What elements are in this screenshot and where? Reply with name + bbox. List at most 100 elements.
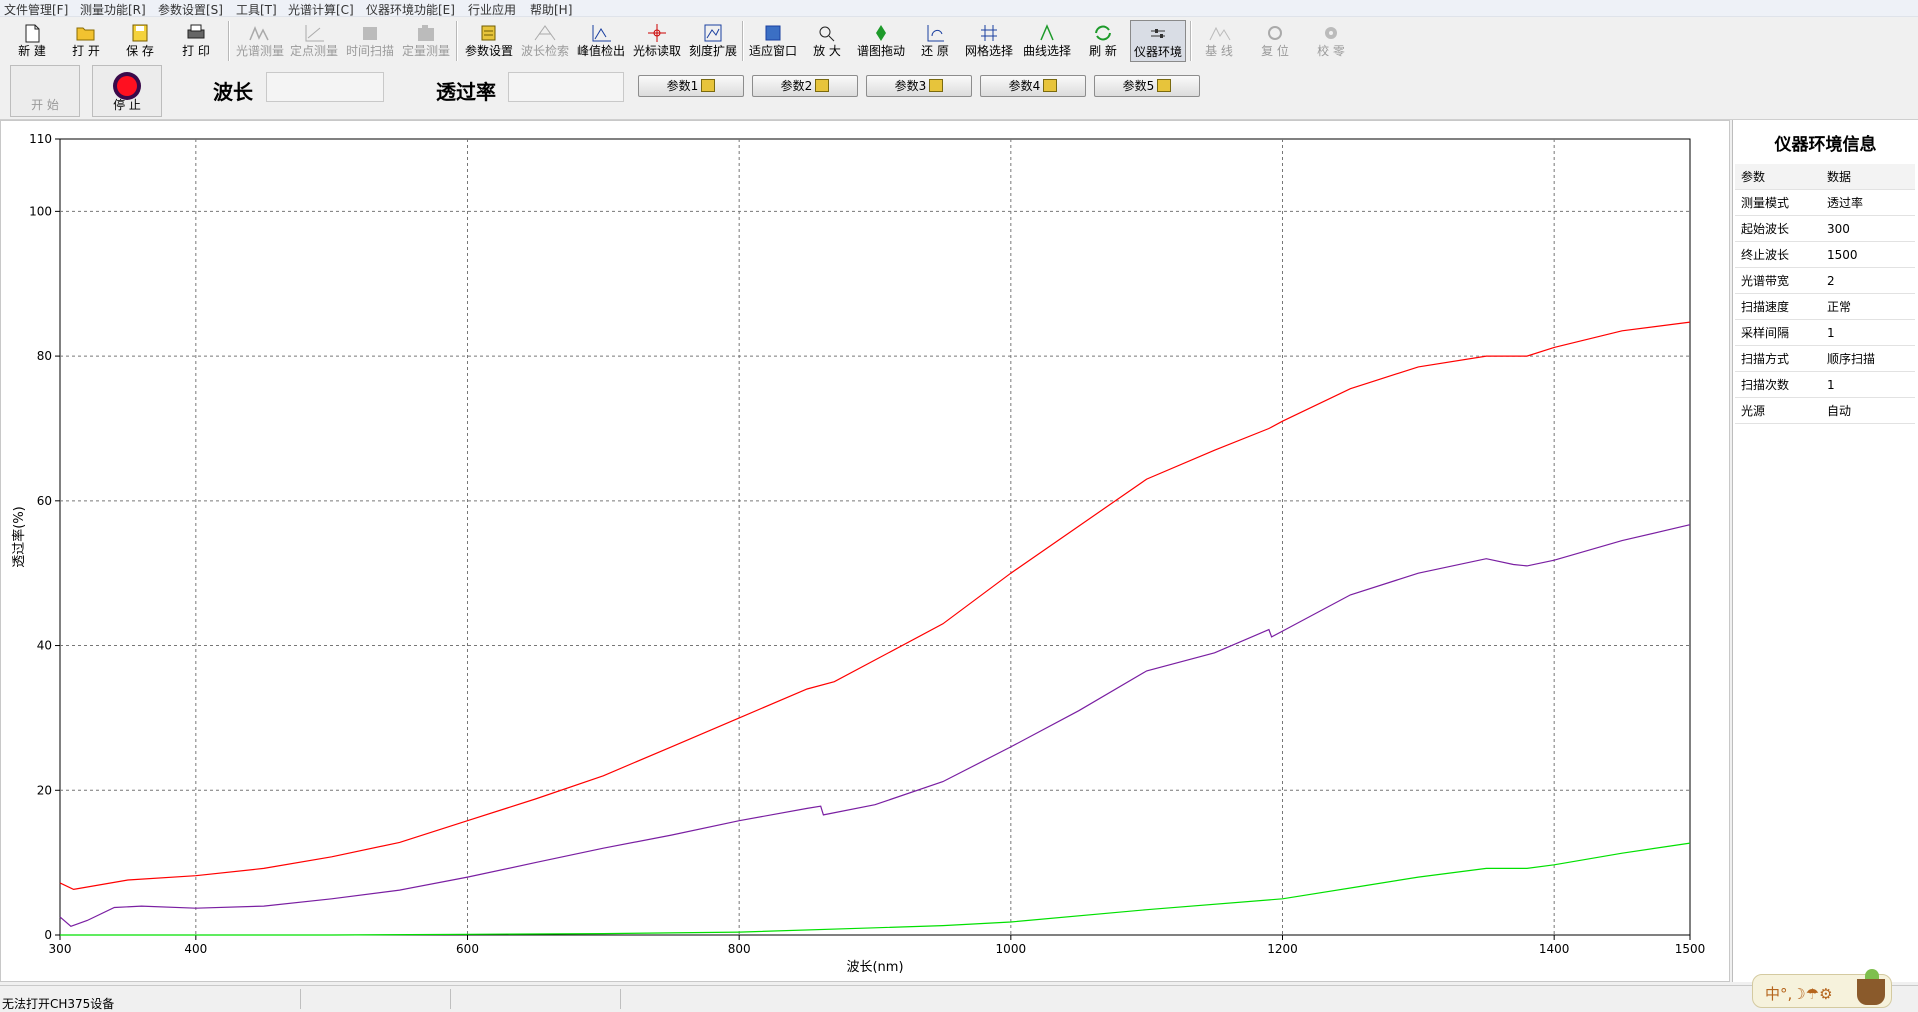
table-row: 扫描方式 顺序扫描 — [1735, 345, 1915, 372]
menu-industry[interactable]: 行业应用 — [468, 1, 516, 18]
toolbar-separator — [742, 21, 744, 61]
table-row: 扫描速度 正常 — [1735, 293, 1915, 320]
instrument-env-button[interactable]: 仪器环境 — [1130, 20, 1186, 62]
table-row: 扫描次数 1 — [1735, 371, 1915, 398]
x-axis-label: 波长(nm) — [846, 960, 903, 975]
status-divider — [300, 989, 301, 1009]
scale-expand-icon — [704, 24, 722, 42]
open-button[interactable]: 打 开 — [64, 20, 108, 62]
param4-button[interactable]: 参数4 — [980, 75, 1086, 97]
printer-icon — [187, 24, 205, 39]
menu-params[interactable]: 参数设置[S] — [158, 1, 223, 18]
drag-button[interactable]: 谱图拖动 — [854, 20, 908, 62]
instrument-settings-icon — [1151, 29, 1165, 38]
wavelength-label: 波长 — [213, 80, 253, 104]
param1-button[interactable]: 参数1 — [638, 75, 744, 97]
status-divider — [450, 989, 451, 1009]
header-param: 参数 — [1735, 164, 1821, 190]
fit-window-button[interactable]: 适应窗口 — [746, 20, 800, 62]
time-scan-button[interactable]: 时间扫描 — [344, 20, 396, 62]
toolbar-separator — [1190, 21, 1192, 61]
database-icon — [701, 79, 716, 92]
grid-select-button[interactable]: 网格选择 — [962, 20, 1016, 62]
calibrate-zero-button[interactable]: 校 零 — [1308, 20, 1354, 62]
row-key: 光谱带宽 — [1735, 267, 1821, 294]
spectrum-chart-panel[interactable]: 300 400 600 800 1000 1200 1400 1500 0 20 40 60 80 100… — [0, 120, 1730, 982]
menu-help[interactable]: 帮助[H] — [530, 1, 572, 18]
database-icon — [1043, 79, 1058, 92]
row-key: 扫描方式 — [1735, 345, 1821, 372]
folder-open-icon — [76, 27, 95, 41]
save-button[interactable]: 保 存 — [118, 20, 162, 62]
cursor-read-button[interactable]: 光标读取 — [630, 20, 684, 62]
row-value: 1 — [1821, 371, 1915, 398]
curve-select-button[interactable]: 曲线选择 — [1020, 20, 1074, 62]
ime-toolbar[interactable]: 中°,☽☂⚙ — [1752, 969, 1892, 1008]
status-bar: 无法打开CH375设备 — [0, 985, 1918, 1012]
row-value: 1 — [1821, 319, 1915, 346]
new-file-icon — [25, 24, 40, 43]
x-tick-label: 1500 — [1675, 942, 1706, 956]
peak-chart-icon — [592, 25, 611, 42]
quant-measure-button[interactable]: 定量测量 — [400, 20, 452, 62]
row-key: 终止波长 — [1735, 241, 1821, 268]
menu-spectrum-calc[interactable]: 光谱计算[C] — [288, 1, 354, 18]
spectrum-measure-button[interactable]: 光谱测量 — [234, 20, 286, 62]
zoom-in-button[interactable]: 放 大 — [804, 20, 850, 62]
fit-window-icon — [765, 25, 781, 41]
y-axis-label: 透过率(%) — [11, 506, 27, 568]
y-tick-label: 80 — [37, 349, 52, 363]
x-tick-label: 400 — [184, 942, 207, 956]
baseline-icon — [1209, 26, 1231, 41]
scale-expand-button[interactable]: 刻度扩展 — [686, 20, 740, 62]
info-panel-title: 仪器环境信息 — [1774, 135, 1877, 155]
spectrum-wave-icon — [249, 26, 269, 41]
table-header-row: 参数 数据 — [1735, 164, 1915, 190]
flowerpot-icon — [1857, 979, 1885, 1005]
refresh-button[interactable]: 刷 新 — [1080, 20, 1126, 62]
peak-detect-button[interactable]: 峰值检出 — [574, 20, 628, 62]
x-tick-label: 800 — [728, 942, 751, 956]
wavelength-field[interactable] — [266, 72, 384, 102]
menu-instrument[interactable]: 仪器环境功能[E] — [366, 1, 455, 18]
spectrum-chart[interactable]: 300 400 600 800 1000 1200 1400 1500 0 20 40 60 80 100… — [1, 121, 1729, 981]
x-tick-label: 300 — [49, 942, 72, 956]
grid-icon — [981, 25, 997, 41]
row-key: 扫描次数 — [1735, 371, 1821, 398]
toolbar: 新 建 打 开 保 存 打 印 光谱测量 定点测量 时间扫描 定量测量 参数设置… — [0, 17, 1918, 65]
row-value: 正常 — [1821, 293, 1915, 320]
param3-button[interactable]: 参数3 — [866, 75, 972, 97]
table-row: 测量模式 透过率 — [1735, 189, 1915, 216]
menu-file[interactable]: 文件管理[F] — [4, 1, 68, 18]
start-button[interactable]: 开 始 — [10, 65, 80, 117]
toolbar-separator — [456, 21, 458, 61]
y-tick-label: 0 — [44, 928, 52, 942]
point-measure-button[interactable]: 定点测量 — [288, 20, 340, 62]
reset-icon — [1268, 26, 1282, 40]
new-button[interactable]: 新 建 — [10, 20, 54, 62]
print-button[interactable]: 打 印 — [174, 20, 218, 62]
restore-button[interactable]: 还 原 — [912, 20, 958, 62]
point-chart-icon — [305, 25, 324, 42]
reset-button[interactable]: 复 位 — [1252, 20, 1298, 62]
row-value: 顺序扫描 — [1821, 345, 1915, 372]
menu-tools[interactable]: 工具[T] — [236, 1, 277, 18]
wavelength-search-button[interactable]: 波长检索 — [518, 20, 572, 62]
curve-icon — [1040, 24, 1054, 41]
move-icon — [876, 25, 886, 41]
stop-button[interactable]: 停 止 — [92, 65, 162, 117]
menu-measure[interactable]: 测量功能[R] — [80, 1, 146, 18]
quant-measure-icon — [418, 25, 434, 41]
row-value: 自动 — [1821, 397, 1915, 424]
param-settings-button[interactable]: 参数设置 — [462, 20, 516, 62]
param5-button[interactable]: 参数5 — [1094, 75, 1200, 97]
menu-bar: 文件管理[F] 测量功能[R] 参数设置[S] 工具[T] 光谱计算[C] 仪器… — [0, 0, 1918, 17]
param2-button[interactable]: 参数2 — [752, 75, 858, 97]
transmittance-field[interactable] — [508, 72, 624, 102]
y-tick-label: 40 — [37, 639, 52, 653]
ime-status: 中°,☽☂⚙ — [1765, 985, 1833, 1003]
undo-chart-icon — [927, 25, 944, 42]
table-row: 终止波长 1500 — [1735, 241, 1915, 268]
table-row: 光谱带宽 2 — [1735, 267, 1915, 294]
baseline-button[interactable]: 基 线 — [1196, 20, 1242, 62]
